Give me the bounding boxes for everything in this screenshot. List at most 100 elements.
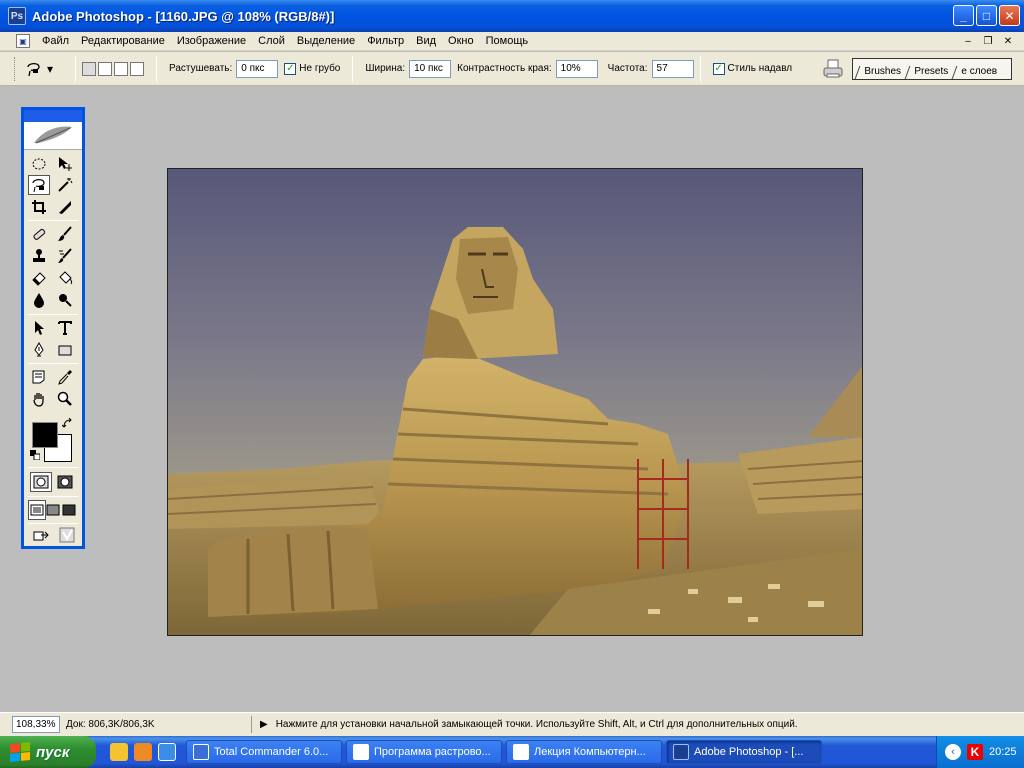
maximize-button[interactable]: □	[976, 5, 997, 26]
healing-brush-tool[interactable]	[28, 224, 50, 244]
toolbox-divider	[28, 467, 78, 468]
toolbox-header[interactable]	[24, 110, 82, 150]
magic-wand-icon	[58, 178, 73, 192]
menu-view[interactable]: Вид	[410, 35, 442, 47]
menu-select[interactable]: Выделение	[291, 35, 361, 47]
swap-colors-icon[interactable]	[62, 418, 74, 430]
jump-to-imageready-button[interactable]	[30, 525, 52, 545]
standard-mode-button[interactable]	[30, 472, 52, 492]
window-controls: _ □ ✕	[953, 5, 1020, 26]
move-tool[interactable]	[54, 154, 76, 174]
tray-expand-icon[interactable]: ‹	[945, 744, 961, 760]
palette-tab-brushes[interactable]: Brushes	[854, 66, 910, 79]
default-colors-icon[interactable]	[30, 450, 40, 460]
task-word-lecture[interactable]: Лекция Компьютерн...	[506, 740, 662, 764]
imageready-logo-icon	[59, 527, 75, 543]
doc-restore-button[interactable]: ❐	[980, 34, 996, 48]
eraser-tool[interactable]	[28, 268, 50, 288]
ellipse-icon	[32, 158, 46, 170]
pen-tool[interactable]	[28, 340, 50, 360]
type-tool[interactable]	[54, 318, 76, 338]
history-brush-tool[interactable]	[54, 246, 76, 266]
tool-preset-picker[interactable]: ▾	[25, 57, 61, 81]
full-screen-mode-button[interactable]	[60, 500, 78, 520]
document-icon[interactable]: ▣	[16, 34, 30, 48]
task-total-commander[interactable]: Total Commander 6.0...	[186, 740, 342, 764]
photoshop-app-icon[interactable]: Ps	[8, 7, 26, 25]
palette-tab-presets[interactable]: Presets	[904, 66, 956, 79]
stylus-pressure-checkbox[interactable]: ✓ Стиль надавл	[712, 62, 795, 75]
toolbox-divider	[28, 314, 78, 315]
menu-image[interactable]: Изображение	[171, 35, 252, 47]
eyedropper-tool[interactable]	[54, 367, 76, 387]
taskbar: пуск Total Commander 6.0... Программа ра…	[0, 736, 1024, 768]
foreground-color-swatch[interactable]	[32, 422, 58, 448]
brush-icon	[58, 226, 72, 241]
quick-mask-mode-button[interactable]	[54, 472, 76, 492]
menu-edit[interactable]: Редактирование	[75, 35, 171, 47]
menu-file[interactable]: Файл	[36, 35, 75, 47]
doc-minimize-button[interactable]: –	[960, 34, 976, 48]
status-bar: 108,33% Док: 806,3K/806,3K ▶ Нажмите для…	[0, 712, 1024, 736]
status-menu-arrow-icon[interactable]: ▶	[260, 719, 268, 730]
burn-tool[interactable]	[54, 290, 76, 310]
toolbox-title-strip[interactable]	[24, 110, 82, 122]
path-selection-tool[interactable]	[28, 318, 50, 338]
notes-tool[interactable]	[28, 367, 50, 387]
imageready-logo[interactable]	[56, 525, 78, 545]
feather-input[interactable]	[236, 59, 279, 78]
magic-wand-tool[interactable]	[54, 175, 76, 195]
menu-filter[interactable]: Фильтр	[361, 35, 410, 47]
slice-tool[interactable]	[54, 197, 76, 217]
start-button[interactable]: пуск	[0, 736, 96, 768]
checkmark-icon: ✓	[712, 62, 725, 75]
rectangle-tool[interactable]	[54, 340, 76, 360]
close-button[interactable]: ✕	[999, 5, 1020, 26]
elliptical-marquee-tool[interactable]	[28, 154, 50, 174]
frequency-input[interactable]	[651, 59, 694, 78]
edge-contrast-input[interactable]	[555, 59, 598, 78]
zoom-tool[interactable]	[54, 389, 76, 409]
magnetic-lasso-tool[interactable]	[28, 175, 50, 195]
show-desktop-icon[interactable]	[110, 743, 128, 761]
document-canvas[interactable]	[167, 168, 863, 636]
clone-stamp-tool[interactable]	[28, 246, 50, 266]
subtract-from-selection-button[interactable]	[114, 61, 128, 76]
crop-tool[interactable]	[28, 197, 50, 217]
word-document-icon	[513, 744, 529, 760]
task-photoshop[interactable]: Adobe Photoshop - [...	[666, 740, 822, 764]
standard-mode-icon	[33, 475, 49, 489]
menu-help[interactable]: Помощь	[480, 35, 535, 47]
arrow-icon	[35, 321, 44, 335]
clock[interactable]: 20:25	[989, 746, 1017, 758]
doc-close-button[interactable]: ✕	[1000, 34, 1016, 48]
feather-label: Растушевать:	[169, 63, 233, 74]
hand-tool[interactable]	[28, 389, 50, 409]
minimize-button[interactable]: _	[953, 5, 974, 26]
zoom-level-field[interactable]: 108,33%	[12, 716, 60, 733]
brush-tool[interactable]	[54, 224, 76, 244]
paint-bucket-tool[interactable]	[54, 268, 76, 288]
palette-tab-layer-comps[interactable]: е слоев	[951, 66, 1005, 79]
internet-explorer-icon[interactable]	[158, 743, 176, 761]
word-document-icon	[353, 744, 369, 760]
window-title: Adobe Photoshop - [1160.JPG @ 108% (RGB/…	[32, 8, 335, 24]
add-to-selection-button[interactable]	[98, 61, 112, 76]
intersect-selection-button[interactable]	[130, 61, 144, 76]
printer-icon[interactable]	[822, 58, 844, 80]
task-word-program[interactable]: Программа растрово...	[346, 740, 502, 764]
new-selection-button[interactable]	[82, 61, 96, 76]
move-icon	[59, 157, 72, 171]
antivirus-icon[interactable]: K	[967, 744, 983, 760]
rectangle-icon	[58, 345, 72, 356]
document-size-info[interactable]: Док: 806,3K/806,3K	[66, 716, 252, 733]
options-bar-grip[interactable]	[14, 56, 17, 81]
antialias-checkbox[interactable]: ✓ Не грубо	[284, 62, 340, 75]
blur-tool[interactable]	[28, 290, 50, 310]
menu-window[interactable]: Окно	[442, 35, 480, 47]
edge-contrast-label: Контрастность края:	[457, 63, 552, 74]
checkmark-icon: ✓	[284, 62, 297, 75]
menu-layer[interactable]: Слой	[252, 35, 291, 47]
media-player-icon[interactable]	[134, 743, 152, 761]
width-input[interactable]	[409, 59, 452, 78]
